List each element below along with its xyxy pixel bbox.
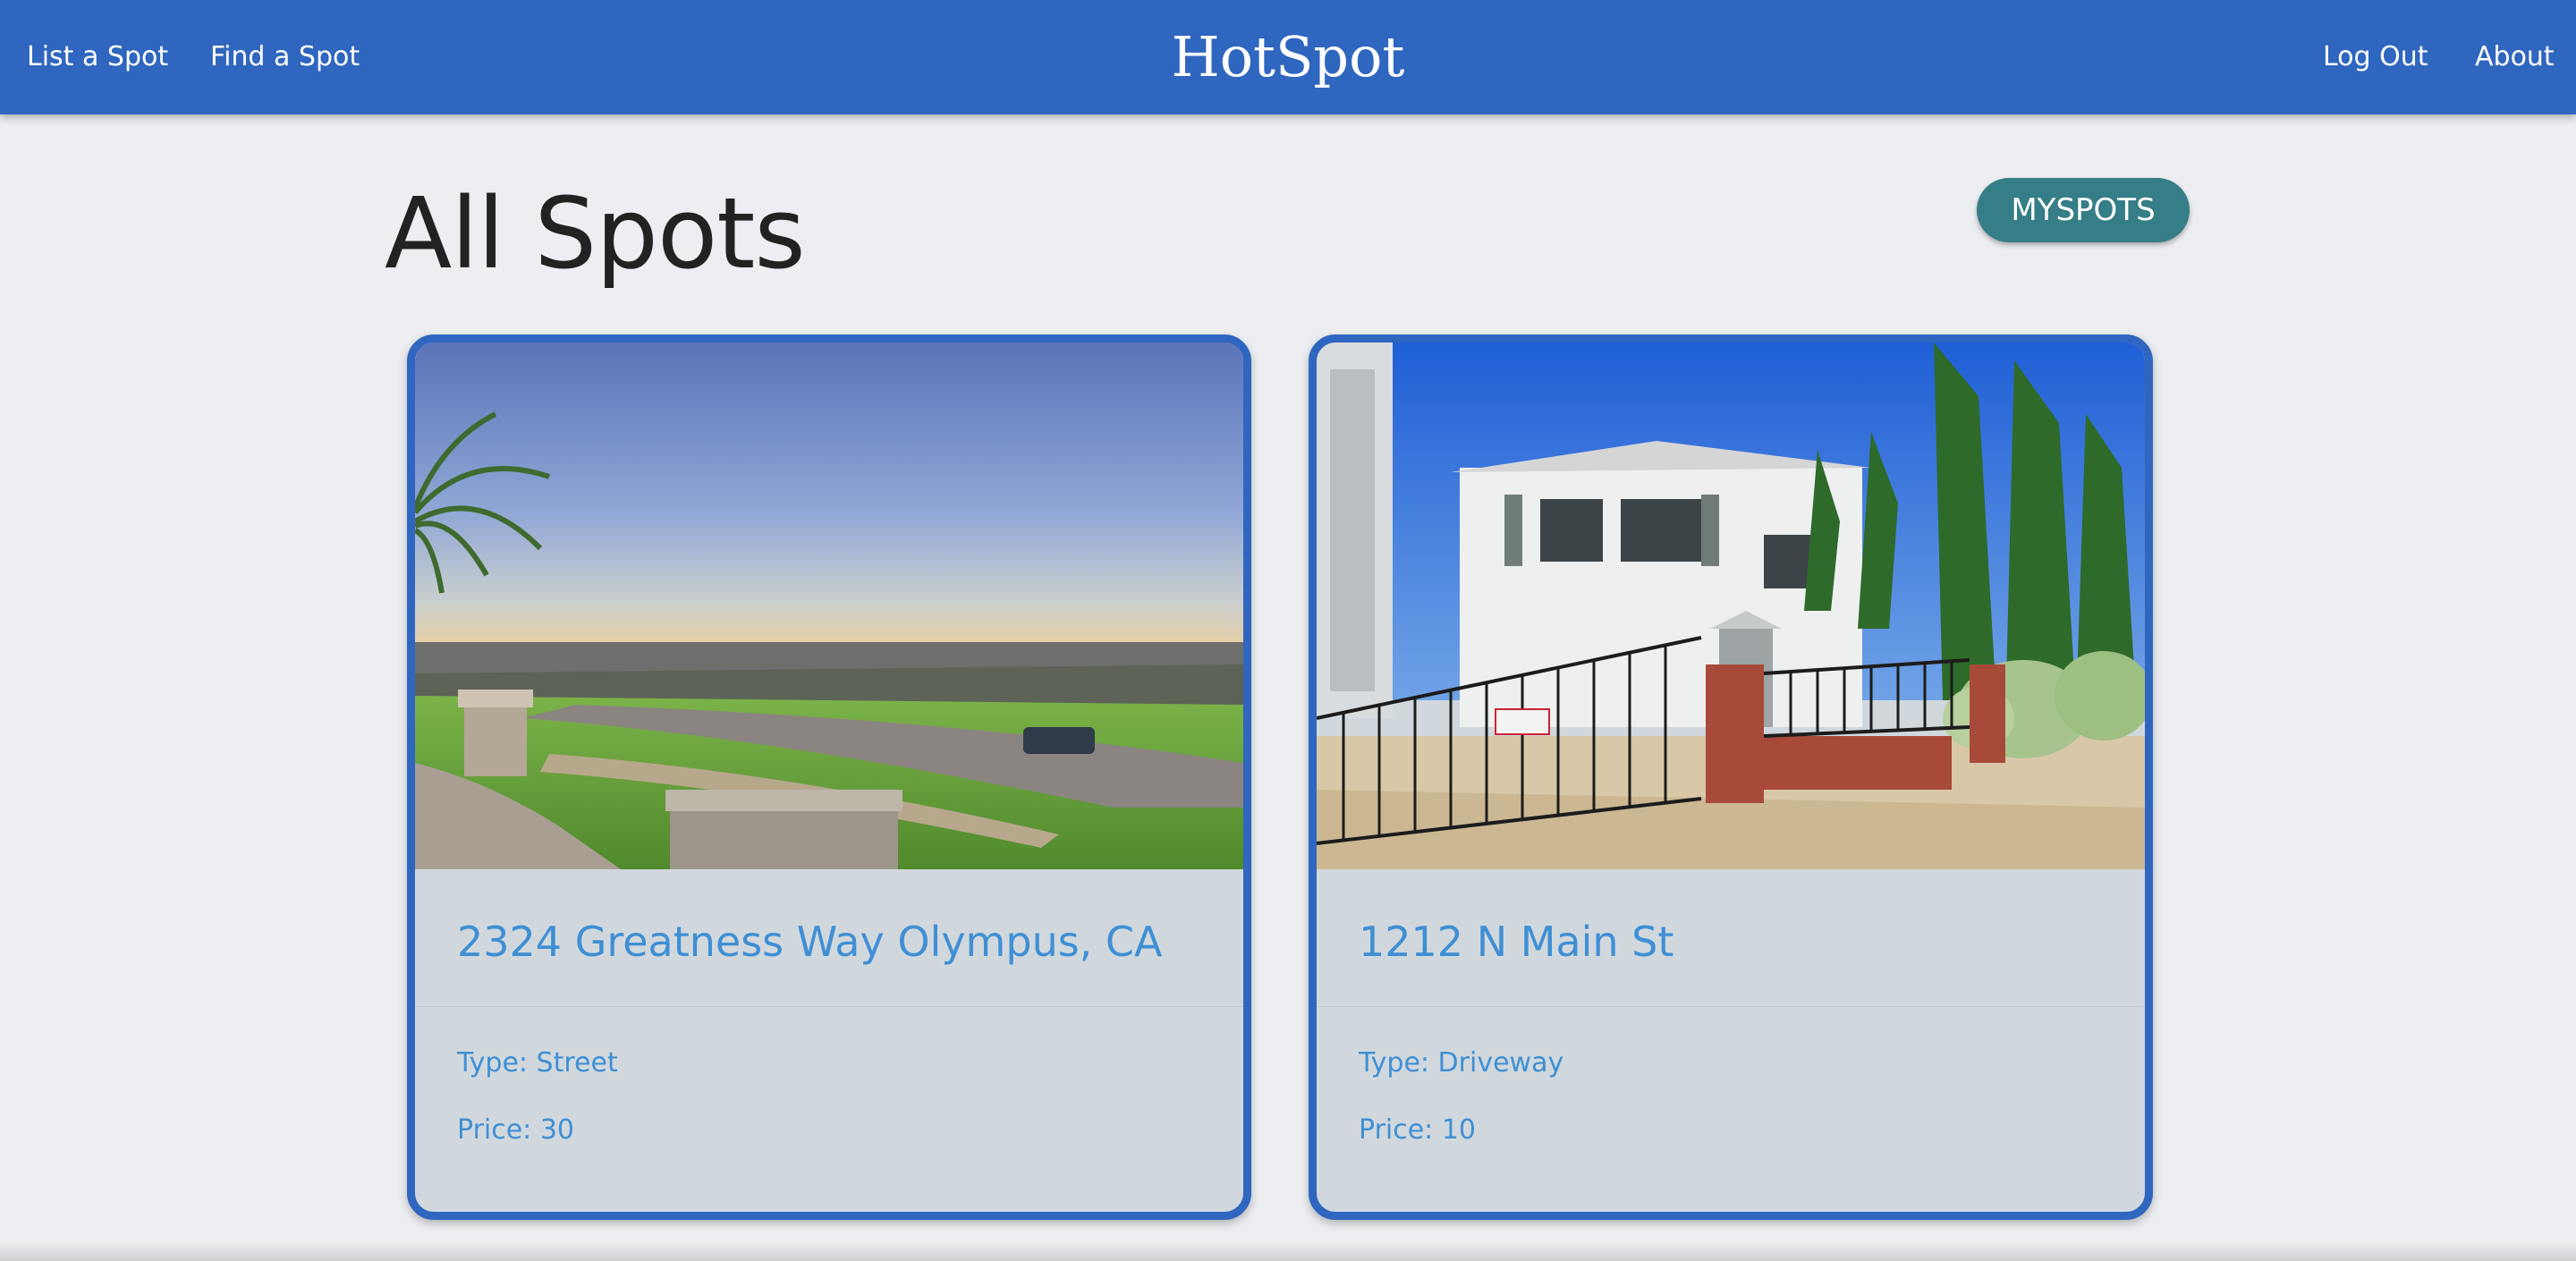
- spot-type: Type: Driveway: [1359, 1047, 1564, 1079]
- nav-link-log-out[interactable]: Log Out: [2323, 39, 2428, 75]
- card-divider: [1317, 1006, 2145, 1007]
- page-title: All Spots: [385, 176, 806, 291]
- top-navbar: List a Spot Find a Spot HotSpot Log Out …: [0, 0, 2576, 114]
- spot-photo: [415, 343, 1243, 869]
- spot-price: Price: 10: [1359, 1114, 1477, 1146]
- spot-type: Type: Street: [457, 1047, 618, 1079]
- spot-price: Price: 30: [457, 1114, 575, 1146]
- card-divider: [415, 1006, 1243, 1007]
- nav-link-about[interactable]: About: [2475, 39, 2555, 75]
- spot-card[interactable]: 1212 N Main St Type: Driveway Price: 10: [1309, 334, 2153, 1220]
- spot-photo: [1317, 343, 2145, 869]
- spot-address[interactable]: 1212 N Main St: [1359, 915, 1674, 969]
- bottom-shadow: [0, 1241, 2576, 1261]
- spot-address[interactable]: 2324 Greatness Way Olympus, CA: [457, 915, 1163, 969]
- brand-logo[interactable]: HotSpot: [0, 25, 2576, 89]
- spot-card[interactable]: 2324 Greatness Way Olympus, CA Type: Str…: [407, 334, 1251, 1220]
- myspots-button[interactable]: MYSPOTS: [1977, 178, 2190, 242]
